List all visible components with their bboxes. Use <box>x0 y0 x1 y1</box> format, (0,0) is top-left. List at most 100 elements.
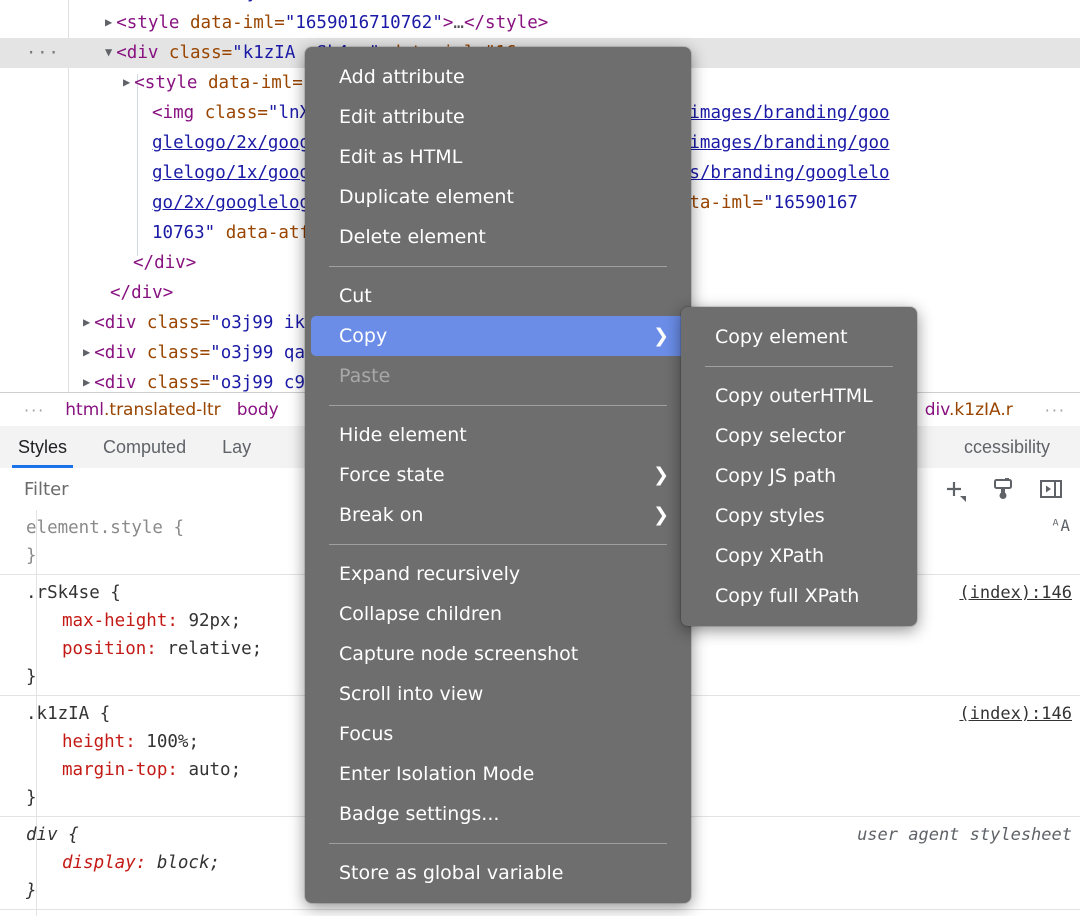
breadcrumb-item-body[interactable]: body <box>229 398 287 422</box>
context-menu-item-capture-node-screenshot[interactable]: Capture node screenshot <box>311 634 685 674</box>
expand-triangle-icon[interactable]: ▶ <box>83 337 90 367</box>
expand-triangle-icon[interactable]: ▶ <box>105 7 112 37</box>
css-property-value[interactable]: relative; <box>167 639 262 659</box>
dom-attribute-link[interactable]: /images/branding/goo <box>679 103 890 123</box>
tab-accessibility[interactable]: ccessibility <box>946 426 1080 468</box>
menu-item-label: Expand recursively <box>339 563 520 585</box>
dom-token: class= <box>142 0 216 3</box>
copy-submenu-item-copy-full-xpath[interactable]: Copy full XPath <box>687 576 911 616</box>
dom-token: class= <box>136 313 210 333</box>
menu-item-label: Capture node screenshot <box>339 643 578 665</box>
dom-token: < <box>152 103 163 123</box>
context-menu-item-hide-element[interactable]: Hide element <box>311 415 685 455</box>
context-menu-separator <box>329 405 667 406</box>
css-selector[interactable]: .k1zIA { <box>26 704 110 724</box>
dom-row-content: </div> <box>0 248 196 278</box>
css-property-value[interactable]: block; <box>157 853 220 873</box>
copy-submenu-item-copy-xpath[interactable]: Copy XPath <box>687 536 911 576</box>
context-menu-item-break-on[interactable]: Break on❯ <box>311 495 685 535</box>
copy-submenu-item-copy-selector[interactable]: Copy selector <box>687 416 911 456</box>
context-menu-item-duplicate-element[interactable]: Duplicate element <box>311 177 685 217</box>
expand-triangle-icon[interactable]: ▶ <box>83 367 90 392</box>
menu-item-label: Enter Isolation Mode <box>339 763 534 785</box>
css-property-name[interactable]: margin-top: <box>26 756 188 784</box>
chevron-right-icon: ❯ <box>653 455 669 495</box>
context-menu-item-edit-attribute[interactable]: Edit attribute <box>311 97 685 137</box>
css-property-name[interactable]: display: <box>26 849 157 877</box>
dom-token: "16590167 <box>763 193 858 213</box>
context-menu-item-cut[interactable]: Cut <box>311 276 685 316</box>
context-menu-item-add-attribute[interactable]: Add attribute <box>311 57 685 97</box>
collapse-triangle-icon[interactable]: ▼ <box>105 37 112 67</box>
dom-token: class= <box>136 343 210 363</box>
context-menu-item-store-as-global-variable[interactable]: Store as global variable <box>311 853 685 893</box>
font-editor-icon[interactable]: ᴬA <box>1051 512 1070 540</box>
dom-token: data-iml="1659016" <box>384 0 584 3</box>
context-menu-item-enter-isolation-mode[interactable]: Enter Isolation Mode <box>311 754 685 794</box>
css-source-link[interactable]: (index):146 <box>959 700 1072 728</box>
dom-token: div <box>105 343 137 363</box>
dom-row-content: ▶<style data-iml="1659016710762">…</styl… <box>0 8 548 39</box>
dom-token: > <box>538 13 549 33</box>
css-selector[interactable]: div { <box>26 825 79 845</box>
menu-item-label: Badge settings... <box>339 803 499 825</box>
tab-computed[interactable]: Computed <box>85 426 204 468</box>
copy-submenu-separator <box>705 366 893 367</box>
context-menu-item-badge-settings[interactable]: Badge settings... <box>311 794 685 834</box>
context-menu-item-collapse-children[interactable]: Collapse children <box>311 594 685 634</box>
breadcrumb-item-div[interactable]: div.k1zIA.r <box>917 398 1021 422</box>
context-menu-separator <box>329 843 667 844</box>
dom-token: class= <box>136 373 210 392</box>
copy-submenu-item-copy-styles[interactable]: Copy styles <box>687 496 911 536</box>
context-menu-item-scroll-into-view[interactable]: Scroll into view <box>311 674 685 714</box>
menu-item-label: Copy selector <box>715 425 845 447</box>
dom-token: < <box>116 13 127 33</box>
css-source-link[interactable]: (index):146 <box>959 579 1072 607</box>
breadcrumb-element-name: html <box>65 400 104 420</box>
dom-tree-row[interactable]: div class="styles-123-abc" data-iml="165… <box>0 0 1080 8</box>
css-property-name[interactable]: position: <box>26 635 167 663</box>
css-selector[interactable]: element.style { <box>26 518 184 538</box>
css-property-value[interactable]: 92px; <box>188 611 241 631</box>
context-menu-item-force-state[interactable]: Force state ❯ <box>311 455 685 495</box>
breadcrumb-item-html[interactable]: html.translated-ltr <box>57 398 228 422</box>
menu-item-label: Force state <box>339 464 445 486</box>
dom-token: … <box>453 13 464 33</box>
dom-token: > <box>163 283 174 303</box>
devtools-screenshot: div class="styles-123-abc" data-iml="165… <box>0 0 1080 916</box>
class-brush-icon[interactable] <box>988 474 1018 504</box>
menu-item-label: Duplicate element <box>339 186 514 208</box>
breadcrumb-overflow-button[interactable]: ··· <box>0 401 57 420</box>
expand-triangle-icon[interactable]: ▶ <box>123 67 130 97</box>
css-property-name[interactable]: max-height: <box>26 607 188 635</box>
context-menu-item-delete-element[interactable]: Delete element <box>311 217 685 257</box>
dom-row-badge[interactable]: ··· <box>26 38 60 68</box>
dom-token: > <box>443 13 454 33</box>
dom-attribute-link[interactable]: /images/branding/goo <box>679 133 890 153</box>
copy-submenu-item-copy-element[interactable]: Copy element <box>687 317 911 357</box>
context-menu-item-copy[interactable]: Copy❯ <box>311 316 685 356</box>
menu-item-label: Copy outerHTML <box>715 385 873 407</box>
dom-context-menu[interactable]: Add attributeEdit attributeEdit as HTML D… <box>305 47 691 903</box>
copy-submenu[interactable]: Copy element Copy outerHTML Copy selector C… <box>681 307 917 626</box>
css-selector[interactable]: .rSk4se { <box>26 583 121 603</box>
dom-tree-row[interactable]: ▶<style data-iml="1659016710762">…</styl… <box>0 8 1080 38</box>
css-property-value[interactable]: 100%; <box>146 732 199 752</box>
new-style-rule-icon[interactable] <box>940 474 970 504</box>
toggle-sidebar-icon[interactable] <box>1036 474 1066 504</box>
breadcrumb-trailing-overflow[interactable]: ··· <box>1021 401 1080 420</box>
css-property-name[interactable]: height: <box>26 728 146 756</box>
styles-toolbar[interactable] <box>940 474 1080 504</box>
copy-submenu-item-copy-outerhtml[interactable]: Copy outerHTML <box>687 376 911 416</box>
context-menu-item-focus[interactable]: Focus <box>311 714 685 754</box>
dom-token: 10763" <box>152 223 215 243</box>
dom-row-content: </div> <box>0 278 173 308</box>
context-menu-item-edit-as-html[interactable]: Edit as HTML <box>311 137 685 177</box>
copy-submenu-item-copy-js-path[interactable]: Copy JS path <box>687 456 911 496</box>
expand-triangle-icon[interactable]: ▶ <box>83 307 90 337</box>
menu-item-label: Copy XPath <box>715 545 824 567</box>
context-menu-item-expand-recursively[interactable]: Expand recursively <box>311 554 685 594</box>
css-property-value[interactable]: auto; <box>188 760 241 780</box>
tab-styles[interactable]: Styles <box>0 426 85 468</box>
tab-layout[interactable]: Lay <box>204 426 269 468</box>
